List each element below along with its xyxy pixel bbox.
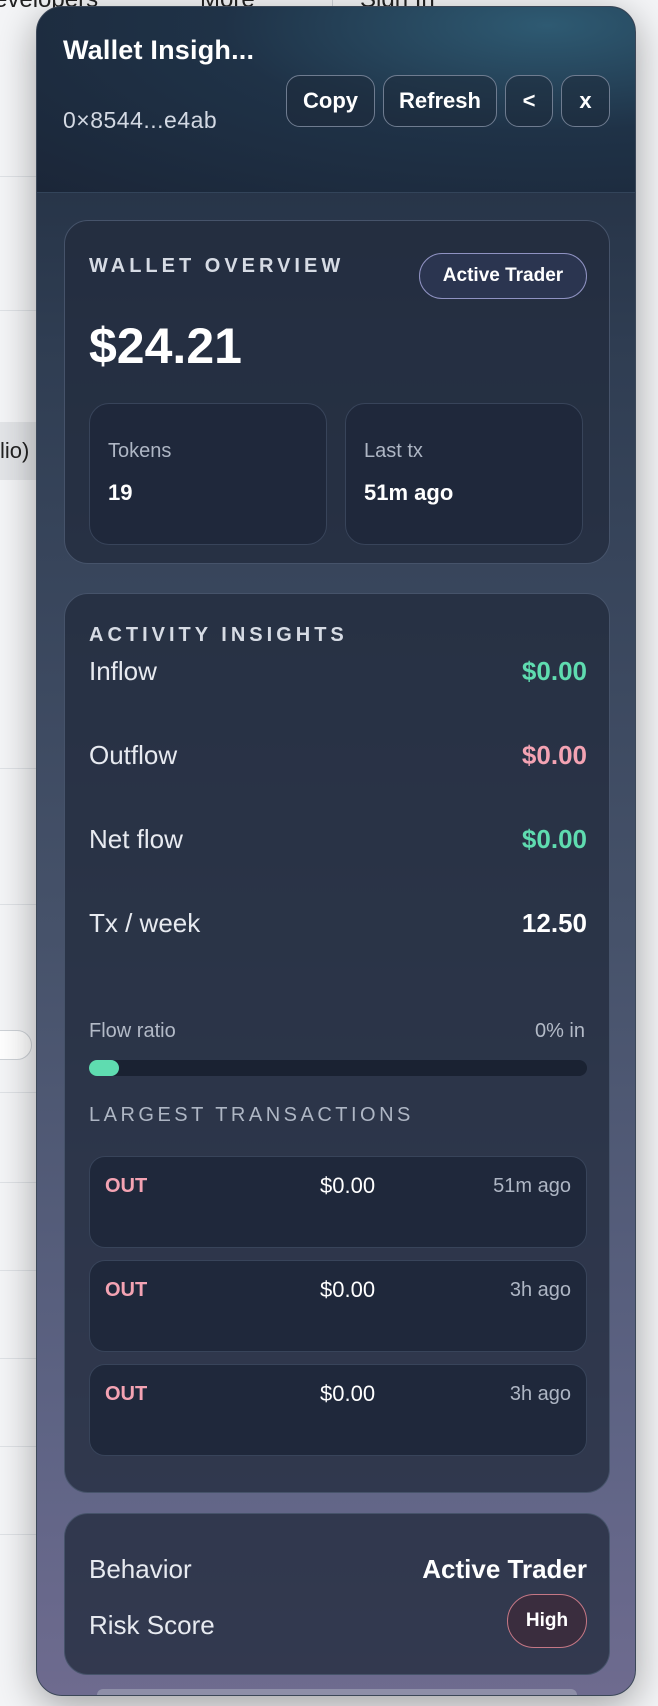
metric-value: $0.00: [521, 740, 587, 770]
close-button[interactable]: x: [561, 75, 610, 127]
refresh-button[interactable]: Refresh: [383, 75, 497, 127]
next-card-edge: [97, 1689, 577, 1695]
divider: [0, 768, 40, 769]
tx-amount: $0.00: [320, 1173, 376, 1198]
transaction-row[interactable]: OUT $0.00 51m ago: [89, 1156, 587, 1248]
divider: [0, 904, 40, 905]
divider: [0, 176, 40, 177]
behavior-label: Behavior: [89, 1554, 192, 1584]
tx-direction: OUT: [105, 1383, 148, 1405]
divider: [0, 1182, 40, 1183]
wallet-address: 0×8544...e4ab: [63, 107, 218, 133]
wallet-overview-card: WALLET OVERVIEW Active Trader $24.21 Tok…: [64, 220, 610, 564]
overview-title: WALLET OVERVIEW: [89, 255, 345, 277]
largest-transactions-title: LARGEST TRANSACTIONS: [89, 1104, 414, 1126]
tx-time: 3h ago: [509, 1279, 571, 1301]
tx-direction: OUT: [105, 1175, 148, 1197]
background-chip: lio): [0, 422, 40, 480]
metric-tx-per-week: Tx / week 12.50: [89, 908, 587, 948]
collapse-button[interactable]: <: [505, 75, 553, 127]
metric-value: 12.50: [521, 908, 587, 938]
transaction-row[interactable]: OUT $0.00 3h ago: [89, 1364, 587, 1456]
trader-type-badge: Active Trader: [419, 253, 587, 299]
tokens-value: 19: [108, 480, 133, 505]
metric-outflow: Outflow $0.00: [89, 740, 587, 780]
copy-button[interactable]: Copy: [286, 75, 375, 127]
metric-label: Net flow: [89, 824, 183, 854]
tx-time: 51m ago: [493, 1175, 571, 1197]
risk-score-badge: High: [507, 1594, 587, 1648]
total-value: $24.21: [89, 318, 242, 374]
metric-label: Outflow: [89, 740, 178, 770]
metric-net-flow: Net flow $0.00: [89, 824, 587, 864]
divider: [0, 1446, 40, 1447]
panel-header: Wallet Insigh... 0×8544...e4ab Copy Refr…: [37, 7, 635, 193]
divider: [0, 310, 40, 311]
divider: [0, 1270, 40, 1271]
flow-ratio-fill: [89, 1060, 119, 1076]
background-toggle[interactable]: [0, 1030, 32, 1060]
activity-insights-card: ACTIVITY INSIGHTS Inflow $0.00 Outflow $…: [64, 593, 610, 1493]
metric-inflow: Inflow $0.00: [89, 656, 587, 696]
last-tx-value: 51m ago: [364, 480, 454, 505]
flow-ratio-label: Flow ratio: [89, 1020, 176, 1042]
last-tx-stat: Last tx 51m ago: [345, 403, 583, 545]
flow-ratio-value: 0% in: [534, 1020, 585, 1042]
behavior-value: Active Trader: [422, 1554, 587, 1584]
tx-amount: $0.00: [320, 1381, 376, 1406]
activity-title: ACTIVITY INSIGHTS: [89, 624, 348, 646]
metric-label: Tx / week: [89, 908, 201, 938]
tx-amount: $0.00: [320, 1277, 376, 1302]
risk-score-row: Risk Score High: [89, 1594, 587, 1654]
tokens-stat: Tokens 19: [89, 403, 327, 545]
tx-direction: OUT: [105, 1279, 148, 1301]
metric-value: $0.00: [521, 824, 587, 854]
behavior-card: Behavior Active Trader Risk Score High: [64, 1513, 610, 1675]
metric-value: $0.00: [521, 656, 587, 686]
transaction-row[interactable]: OUT $0.00 3h ago: [89, 1260, 587, 1352]
behavior-row: Behavior Active Trader: [89, 1554, 587, 1598]
risk-score-label: Risk Score: [89, 1610, 215, 1640]
last-tx-label: Last tx: [364, 440, 423, 462]
divider: [0, 1358, 40, 1359]
tx-time: 3h ago: [509, 1383, 571, 1405]
flow-ratio-bar: [89, 1060, 587, 1076]
wallet-insights-panel: Wallet Insigh... 0×8544...e4ab Copy Refr…: [36, 6, 636, 1696]
divider: [0, 1092, 40, 1093]
metric-label: Inflow: [89, 656, 157, 686]
divider: [0, 1534, 40, 1535]
tokens-label: Tokens: [108, 440, 172, 462]
panel-title: Wallet Insigh...: [63, 35, 255, 65]
